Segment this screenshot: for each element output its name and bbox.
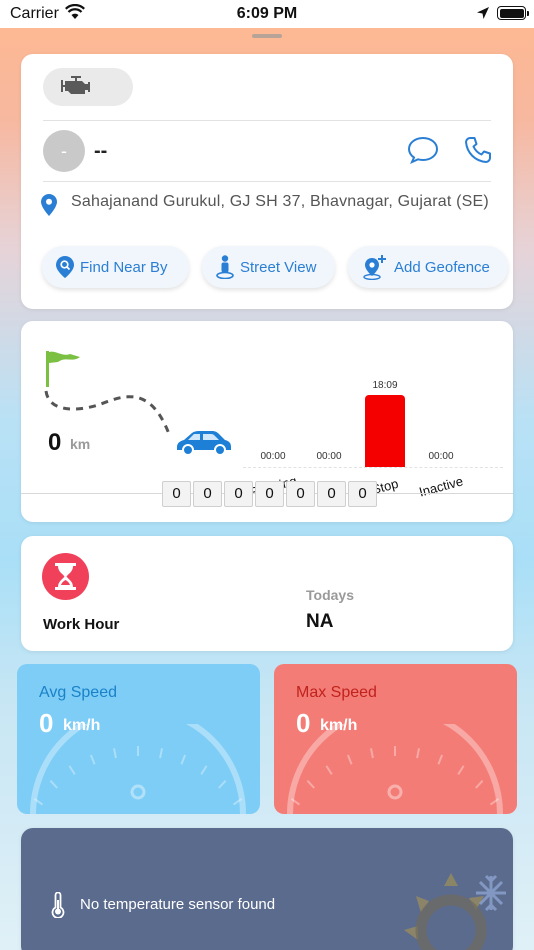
trip-distance-value: 0	[48, 429, 62, 456]
trip-distance-unit: km	[70, 436, 91, 452]
vehicle-info-card: - -- Sahajanand Gurukul, GJ SH 37, Bhavn…	[21, 54, 513, 309]
battery-icon	[497, 6, 529, 20]
temperature-card: No temperature sensor found	[21, 828, 513, 950]
work-hour-label: Work Hour	[43, 616, 120, 633]
street-view-icon	[216, 255, 234, 279]
odometer-digit: 0	[286, 481, 315, 507]
car-icon	[174, 429, 232, 462]
clock: 6:09 PM	[236, 5, 298, 22]
chart-column-stop: 18:09 Stop	[355, 341, 415, 501]
chart-column-inactive: 00:00 Inactive	[411, 341, 471, 501]
divider	[43, 120, 491, 121]
divider	[43, 181, 491, 182]
chart-value-label: 00:00	[260, 451, 286, 462]
location-pin-icon	[41, 194, 57, 221]
sun-snowflake-icon	[396, 868, 513, 950]
odometer: 0000000	[162, 481, 377, 507]
chart-value-label: 00:00	[316, 451, 342, 462]
max-speed-title: Max Speed	[296, 684, 377, 701]
temperature-message: No temperature sensor found	[80, 896, 276, 913]
odometer-digit: 0	[255, 481, 284, 507]
engine-status-pill[interactable]	[43, 68, 133, 106]
add-geofence-icon	[362, 254, 388, 280]
chart-column-idle: 00:00Idle	[299, 341, 359, 501]
hourglass-icon	[42, 553, 89, 600]
driver-avatar: -	[43, 130, 85, 172]
driver-name: --	[94, 140, 108, 162]
avg-speed-card: Avg Speed 0 km/h	[17, 664, 260, 814]
chart-bar	[365, 395, 405, 467]
engine-icon	[61, 76, 90, 94]
sheet-drag-handle[interactable]	[252, 34, 282, 38]
find-near-by-label: Find Near By	[80, 258, 168, 276]
trip-summary-card: 0 km 00:00Running00:00Idle18:09Stop00:00…	[21, 321, 513, 522]
speedometer-gauge-icon	[287, 724, 503, 814]
todays-value: NA	[306, 611, 334, 632]
work-hour-card: Work Hour Todays NA	[21, 536, 513, 651]
route-path	[44, 390, 171, 435]
vehicle-address: Sahajanand Gurukul, GJ SH 37, Bhavnagar,…	[71, 193, 489, 210]
chart-column-running: 00:00Running	[243, 341, 303, 501]
thermometer-icon	[51, 891, 65, 923]
chart-value-label: 18:09	[372, 380, 398, 391]
odometer-digit: 0	[224, 481, 253, 507]
odometer-digit: 0	[317, 481, 346, 507]
find-near-by-button[interactable]: Find Near By	[42, 246, 189, 288]
odometer-digit: 0	[193, 481, 222, 507]
start-flag-icon	[44, 351, 80, 392]
add-geofence-label: Add Geofence	[394, 258, 490, 276]
location-arrow-icon	[476, 6, 490, 25]
odometer-digit: 0	[348, 481, 377, 507]
add-geofence-button[interactable]: Add Geofence	[348, 246, 508, 288]
max-speed-card: Max Speed 0 km/h	[274, 664, 517, 814]
status-bar: Carrier 6:09 PM	[0, 0, 534, 28]
street-view-label: Street View	[240, 258, 317, 276]
chart-category-label: Inactive	[417, 473, 465, 500]
avg-speed-title: Avg Speed	[39, 684, 117, 701]
chat-icon[interactable]	[407, 136, 439, 169]
vehicle-status-chart: 00:00Running00:00Idle18:09Stop 00:00 Inact…	[243, 341, 503, 501]
street-view-button[interactable]: Street View	[202, 246, 335, 288]
phone-icon[interactable]	[464, 136, 492, 169]
todays-label: Todays	[306, 587, 354, 603]
speedometer-gauge-icon	[30, 724, 246, 814]
search-pin-icon	[56, 256, 74, 278]
odometer-digit: 0	[162, 481, 191, 507]
chart-value-label: 00:00	[428, 451, 454, 462]
